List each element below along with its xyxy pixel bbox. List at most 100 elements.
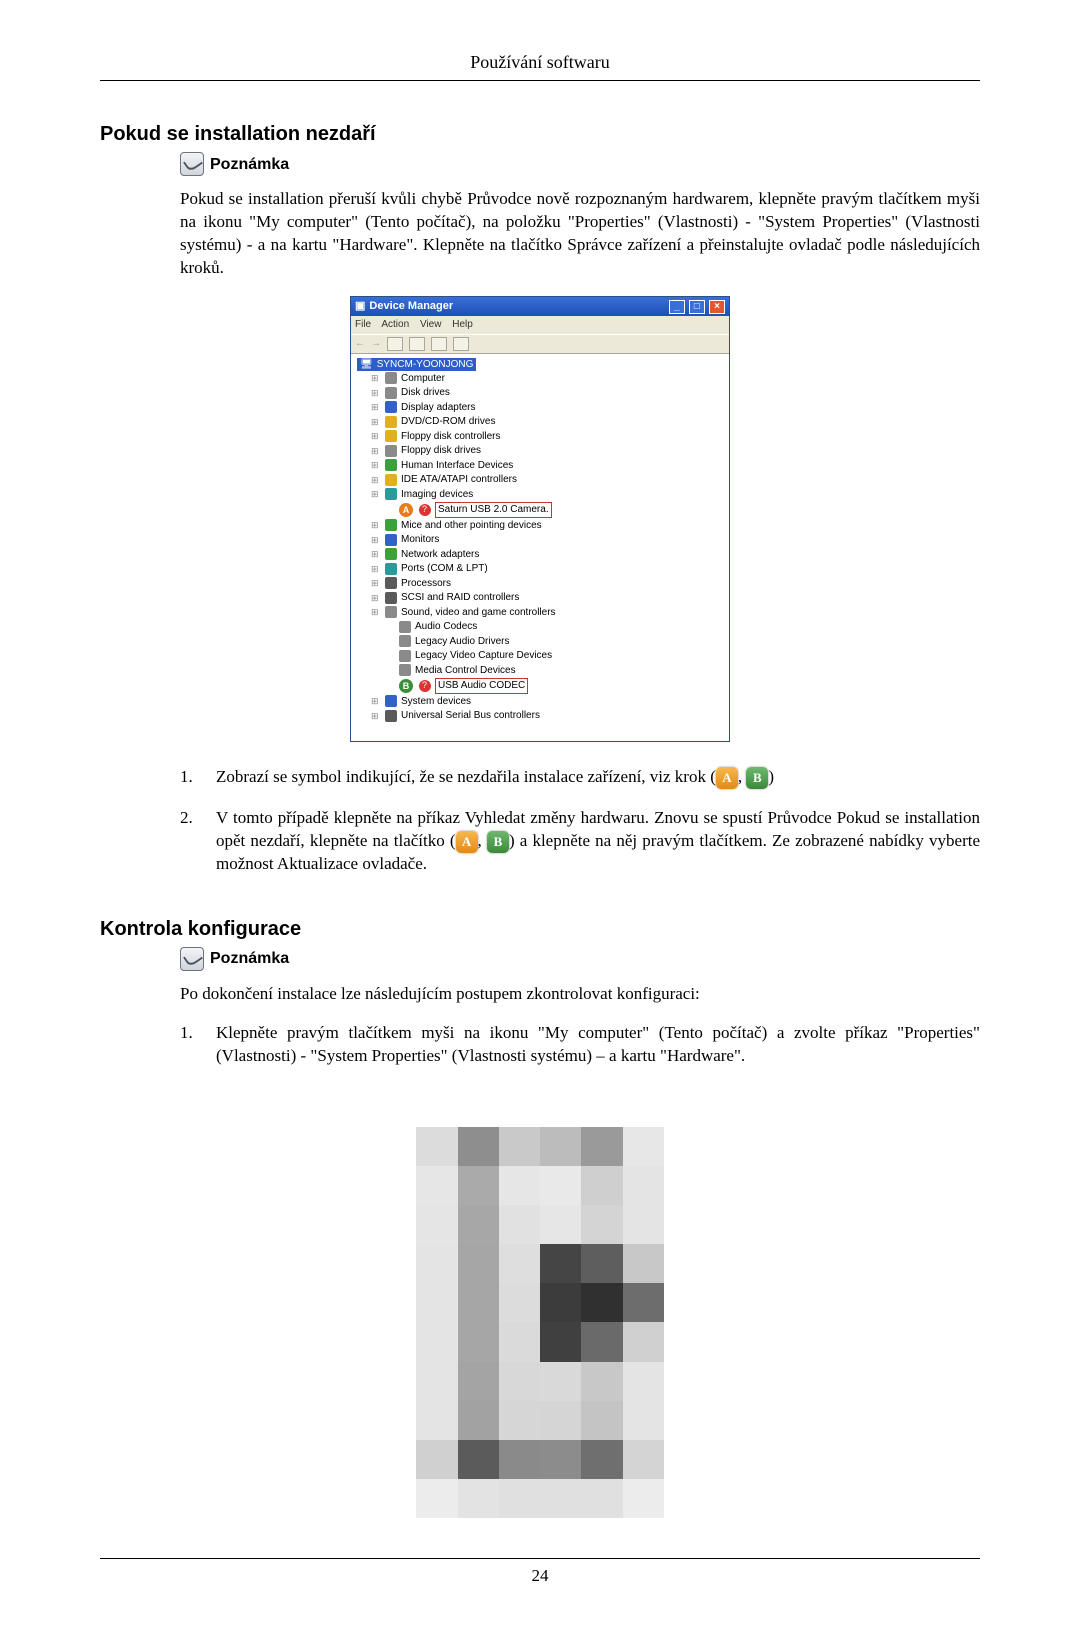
device-label: IDE ATA/ATAPI controllers (401, 473, 517, 487)
dm-tree-node[interactable]: Disk drives (371, 386, 723, 401)
dm-tree-node[interactable]: Universal Serial Bus controllers (371, 709, 723, 724)
menu-view[interactable]: View (420, 319, 442, 330)
callout-badge: B (399, 679, 413, 693)
dm-tree-leaf[interactable]: Legacy Audio Drivers (385, 634, 723, 649)
device-icon (385, 474, 397, 486)
dm-menubar: File Action View Help (351, 316, 729, 334)
dm-tree-node[interactable]: IDE ATA/ATAPI controllers (371, 473, 723, 488)
device-icon (385, 401, 397, 413)
device-label: Audio Codecs (415, 620, 477, 634)
toolbar-btn-2[interactable] (409, 337, 425, 351)
item-number: 1. (180, 766, 198, 789)
dm-tree-leaf[interactable]: Audio Codecs (385, 620, 723, 635)
device-label: DVD/CD-ROM drives (401, 415, 495, 429)
instruction-list-1: 1. Zobrazí se symbol indikující, že se ne… (180, 766, 980, 876)
device-label: Computer (401, 372, 445, 386)
toolbar-fwd-icon[interactable]: → (371, 337, 381, 351)
device-label: Human Interface Devices (401, 459, 513, 473)
toolbar-btn-4[interactable] (453, 337, 469, 351)
dm-tree-node[interactable]: Ports (COM & LPT) (371, 562, 723, 577)
device-label: Ports (COM & LPT) (401, 562, 488, 576)
section-title-install-fail: Pokud se installation nezdaří (100, 121, 980, 148)
device-icon (399, 650, 411, 662)
menu-help[interactable]: Help (452, 319, 473, 330)
device-icon (385, 416, 397, 428)
list-item: 1. Klepněte pravým tlačítkem myši na iko… (180, 1022, 980, 1068)
device-icon (385, 710, 397, 722)
dm-root-node[interactable]: 🖥 SYNCM-YOONJONG (357, 358, 476, 372)
item-number: 1. (180, 1022, 198, 1068)
toolbar-back-icon[interactable]: ← (355, 337, 365, 351)
dm-tree-node[interactable]: Floppy disk controllers (371, 429, 723, 444)
menu-file[interactable]: File (355, 319, 371, 330)
device-icon (419, 504, 431, 516)
device-label: Floppy disk controllers (401, 430, 500, 444)
device-label: Disk drives (401, 386, 450, 400)
section1-paragraph: Pokud se installation přeruší kvůli chyb… (180, 188, 980, 280)
dm-tree: 🖥 SYNCM-YOONJONG ComputerDisk drivesDisp… (351, 354, 729, 742)
dm-tree-node[interactable]: Mice and other pointing devices (371, 518, 723, 533)
dm-tree-node[interactable]: Floppy disk drives (371, 444, 723, 459)
dm-tree-leaf[interactable]: Legacy Video Capture Devices (385, 649, 723, 664)
device-icon (385, 445, 397, 457)
dm-app-icon: ▣ (355, 299, 365, 314)
close-icon[interactable]: × (709, 300, 725, 314)
dm-titlebar: ▣ Device Manager _ □ × (351, 297, 729, 316)
instruction-list-2: 1. Klepněte pravým tlačítkem myši na iko… (180, 1022, 980, 1068)
dm-tree-node[interactable]: Network adapters (371, 547, 723, 562)
note-icon (180, 152, 204, 176)
device-icon (399, 621, 411, 633)
device-label: Legacy Video Capture Devices (415, 649, 552, 663)
device-icon (385, 606, 397, 618)
list-item: 1. Zobrazí se symbol indikující, že se ne… (180, 766, 980, 789)
device-icon (385, 695, 397, 707)
device-icon (385, 563, 397, 575)
dm-tree-node[interactable]: SCSI and RAID controllers (371, 591, 723, 606)
callout-a-icon: A (456, 831, 478, 853)
window-controls: _ □ × (668, 299, 725, 314)
note-label: Poznámka (210, 154, 289, 176)
minimize-icon[interactable]: _ (669, 300, 685, 314)
dm-tree-node[interactable]: Imaging devices (371, 487, 723, 502)
list-item: 2.V tomto případě klepněte na příkaz Vyh… (180, 807, 980, 876)
device-label: Saturn USB 2.0 Camera. (435, 502, 552, 518)
page-number: 24 (100, 1558, 980, 1588)
dm-tree-node[interactable]: Display adapters (371, 400, 723, 415)
device-manager-window: ▣ Device Manager _ □ × File Action View … (350, 296, 730, 742)
device-icon (385, 488, 397, 500)
dm-tree-node[interactable]: Sound, video and game controllers (371, 605, 723, 620)
page-header: Používání softwaru (100, 50, 980, 81)
device-icon (385, 577, 397, 589)
device-icon (385, 387, 397, 399)
dm-tree-node[interactable]: Computer (371, 371, 723, 386)
dm-tree-node[interactable]: Processors (371, 576, 723, 591)
toolbar-btn-1[interactable] (387, 337, 403, 351)
callout-badge: A (399, 503, 413, 517)
device-label: Monitors (401, 533, 439, 547)
dm-tree-leaf[interactable]: BUSB Audio CODEC (385, 678, 723, 695)
dm-tree-leaf[interactable]: Media Control Devices (385, 663, 723, 678)
device-icon (385, 592, 397, 604)
dm-tree-leaf[interactable]: A Saturn USB 2.0 Camera. (385, 502, 723, 519)
callout-b-icon: B (746, 767, 768, 789)
dm-tree-node[interactable]: Monitors (371, 533, 723, 548)
dm-tree-node[interactable]: DVD/CD-ROM drives (371, 415, 723, 430)
item-text: Zobrazí se symbol indikující, že se nezd… (216, 766, 980, 789)
item-text: Klepněte pravým tlačítkem myši na ikonu … (216, 1022, 980, 1068)
device-label: Display adapters (401, 401, 475, 415)
device-label: SCSI and RAID controllers (401, 591, 519, 605)
menu-action[interactable]: Action (381, 319, 409, 330)
note-icon (180, 947, 204, 971)
toolbar-btn-3[interactable] (431, 337, 447, 351)
dm-root-label: SYNCM-YOONJONG (377, 358, 474, 372)
maximize-icon[interactable]: □ (689, 300, 705, 314)
dm-tree-node[interactable]: System devices (371, 694, 723, 709)
device-icon (385, 534, 397, 546)
computer-icon: 🖥 (360, 358, 373, 372)
device-icon (385, 519, 397, 531)
device-label: Sound, video and game controllers (401, 606, 556, 620)
device-label: Imaging devices (401, 488, 473, 502)
device-label: System devices (401, 695, 471, 709)
callout-b-icon: B (487, 831, 509, 853)
dm-tree-node[interactable]: Human Interface Devices (371, 458, 723, 473)
